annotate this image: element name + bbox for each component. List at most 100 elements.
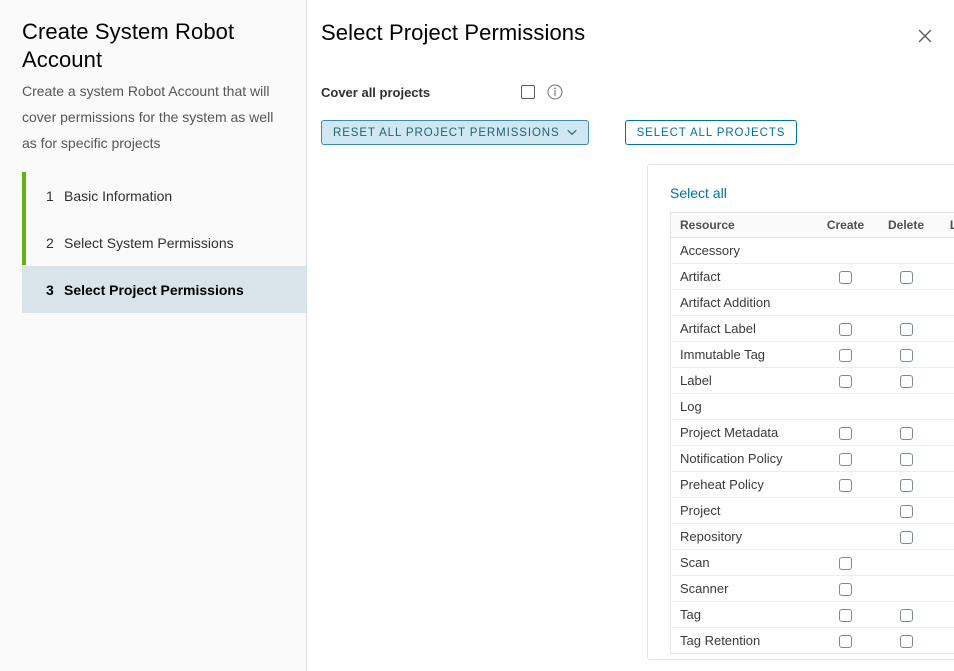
permission-cell-create	[816, 238, 876, 264]
select-all-link[interactable]: Select all	[670, 185, 727, 201]
table-row: Project	[671, 498, 954, 524]
permission-checkbox-create[interactable]	[839, 271, 852, 284]
table-row: Project Metadata	[671, 420, 954, 446]
page-title: Create System Robot Account	[22, 18, 288, 73]
permission-checkbox-create[interactable]	[839, 323, 852, 336]
sidebar-step-basic-information[interactable]: 1 Basic Information	[22, 172, 307, 219]
permission-checkbox-delete[interactable]	[900, 323, 913, 336]
table-row: Artifact Label	[671, 316, 954, 342]
resource-name: Notification Policy	[671, 446, 816, 472]
sidebar-step-select-system-permissions[interactable]: 2 Select System Permissions	[22, 219, 307, 266]
table-row: Scan	[671, 550, 954, 576]
permission-cell-create	[816, 472, 876, 498]
permission-checkbox-create[interactable]	[839, 427, 852, 440]
permission-checkbox-create[interactable]	[839, 453, 852, 466]
column-header-resource: Resource	[671, 213, 816, 238]
permission-cell-delete	[876, 316, 937, 342]
step-label: Select Project Permissions	[64, 282, 244, 298]
reset-all-project-permissions-button[interactable]: RESET ALL PROJECT PERMISSIONS	[321, 120, 589, 145]
sidebar-step-select-project-permissions[interactable]: 3 Select Project Permissions	[22, 266, 307, 313]
permission-checkbox-delete[interactable]	[900, 427, 913, 440]
wizard-sidebar: Create System Robot Account Create a sys…	[0, 0, 307, 671]
close-icon[interactable]	[907, 18, 943, 54]
step-label: Basic Information	[64, 188, 172, 204]
main-header: Select Project Permissions	[307, 0, 954, 46]
permission-checkbox-delete[interactable]	[900, 531, 913, 544]
wizard-steps: 1 Basic Information 2 Select System Perm…	[22, 172, 307, 313]
permission-cell-delete	[876, 446, 937, 472]
permission-cell-delete	[876, 290, 937, 316]
permission-cell-list	[937, 498, 954, 524]
permissions-action-buttons: RESET ALL PROJECT PERMISSIONS SELECT ALL…	[321, 120, 954, 145]
permission-cell-create	[816, 550, 876, 576]
permission-cell-list	[937, 628, 954, 654]
permission-cell-list	[937, 576, 954, 602]
permission-cell-create	[816, 316, 876, 342]
permission-checkbox-create[interactable]	[839, 479, 852, 492]
table-row: Preheat Policy	[671, 472, 954, 498]
permission-cell-create	[816, 602, 876, 628]
permission-checkbox-create[interactable]	[839, 583, 852, 596]
permission-cell-list	[937, 446, 954, 472]
info-icon[interactable]	[547, 84, 563, 100]
step-label: Select System Permissions	[64, 235, 234, 251]
wizard-description: Create a system Robot Account that will …	[22, 79, 288, 157]
permission-cell-delete	[876, 368, 937, 394]
permission-cell-delete	[876, 394, 937, 420]
permission-checkbox-delete[interactable]	[900, 505, 913, 518]
permission-cell-create	[816, 524, 876, 550]
column-header-create: Create	[816, 213, 876, 238]
resource-name: Project Metadata	[671, 420, 816, 446]
permission-checkbox-delete[interactable]	[900, 453, 913, 466]
table-header-row: Resource Create Delete List Pull Push Re…	[671, 213, 954, 238]
step-number: 2	[46, 235, 64, 251]
permission-cell-list	[937, 290, 954, 316]
table-row: Artifact	[671, 264, 954, 290]
permission-cell-create	[816, 420, 876, 446]
permission-checkbox-create[interactable]	[839, 609, 852, 622]
resource-name: Scan	[671, 550, 816, 576]
permission-checkbox-create[interactable]	[839, 349, 852, 362]
column-header-list: List	[937, 213, 954, 238]
permission-checkbox-delete[interactable]	[900, 271, 913, 284]
resource-name: Artifact Label	[671, 316, 816, 342]
permission-checkbox-delete[interactable]	[900, 349, 913, 362]
permission-checkbox-delete[interactable]	[900, 609, 913, 622]
main-title: Select Project Permissions	[321, 20, 954, 46]
resource-name: Artifact	[671, 264, 816, 290]
permission-cell-delete	[876, 524, 937, 550]
resource-name: Tag	[671, 602, 816, 628]
permission-cell-create	[816, 264, 876, 290]
resource-name: Accessory	[671, 238, 816, 264]
permission-cell-create	[816, 290, 876, 316]
permission-cell-delete	[876, 498, 937, 524]
chevron-down-icon	[567, 129, 577, 136]
permission-cell-list	[937, 394, 954, 420]
resource-name: Artifact Addition	[671, 290, 816, 316]
cover-all-projects-checkbox[interactable]	[521, 85, 535, 99]
permission-cell-create	[816, 394, 876, 420]
table-row: Accessory	[671, 238, 954, 264]
project-permissions-card: Select all Resource Create Delete List P…	[647, 164, 954, 660]
permissions-table: Resource Create Delete List Pull Push Re…	[670, 212, 954, 654]
resource-name: Immutable Tag	[671, 342, 816, 368]
permission-cell-list	[937, 472, 954, 498]
cover-all-projects-label: Cover all projects	[321, 85, 521, 100]
permission-checkbox-delete[interactable]	[900, 479, 913, 492]
permissions-table-body: AccessoryArtifactArtifact AdditionArtifa…	[671, 238, 954, 654]
permission-checkbox-delete[interactable]	[900, 635, 913, 648]
step-number: 1	[46, 188, 64, 204]
permission-cell-list	[937, 316, 954, 342]
permission-cell-list	[937, 550, 954, 576]
resource-name: Tag Retention	[671, 628, 816, 654]
permission-checkbox-delete[interactable]	[900, 375, 913, 388]
table-row: Immutable Tag	[671, 342, 954, 368]
resource-name: Preheat Policy	[671, 472, 816, 498]
select-all-projects-button[interactable]: SELECT ALL PROJECTS	[625, 120, 798, 145]
permission-checkbox-create[interactable]	[839, 635, 852, 648]
permission-cell-delete	[876, 342, 937, 368]
permission-checkbox-create[interactable]	[839, 375, 852, 388]
permission-cell-list	[937, 264, 954, 290]
permission-checkbox-create[interactable]	[839, 557, 852, 570]
permission-cell-delete	[876, 472, 937, 498]
